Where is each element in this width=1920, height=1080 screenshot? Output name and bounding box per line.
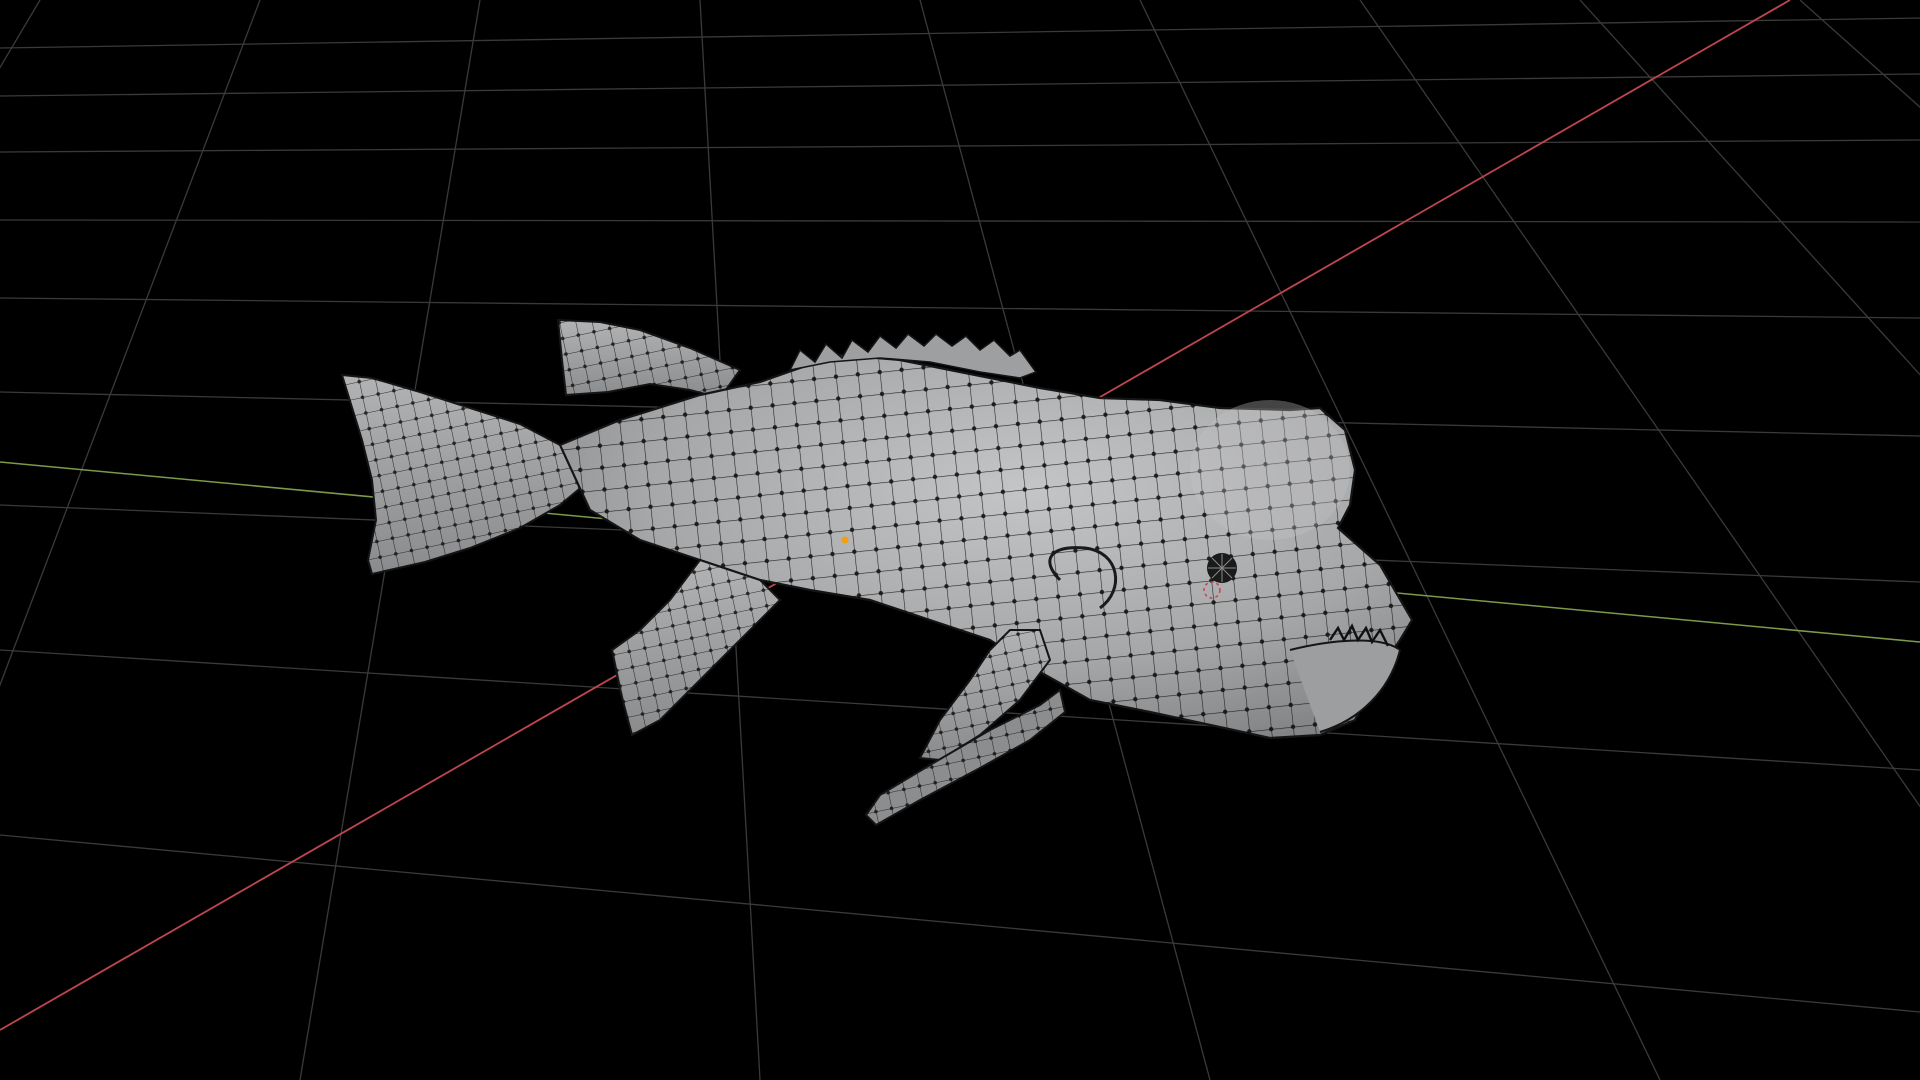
head-hump bbox=[1190, 400, 1350, 540]
fish-mesh[interactable] bbox=[340, 318, 1414, 827]
viewport-canvas[interactable] bbox=[0, 0, 1920, 1080]
eye-icon bbox=[1207, 553, 1237, 583]
3d-viewport[interactable] bbox=[0, 0, 1920, 1080]
object-origin-icon[interactable] bbox=[841, 536, 849, 544]
